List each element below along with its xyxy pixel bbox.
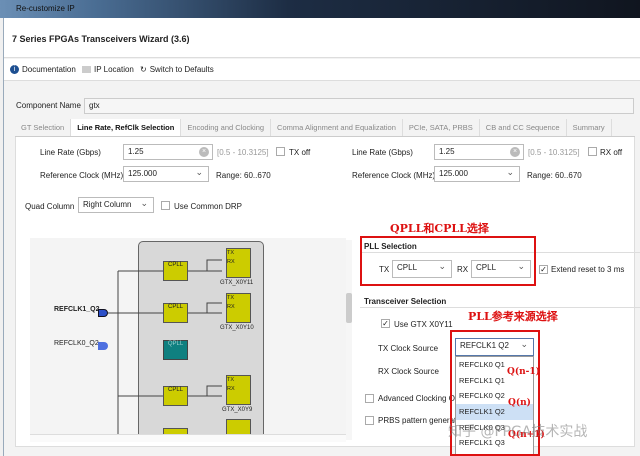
rx-port: RX xyxy=(227,259,235,265)
title-bar: Re-customize IP xyxy=(0,0,640,18)
tab-gt-selection[interactable]: GT Selection xyxy=(15,119,72,136)
tx-clock-source-label: TX Clock Source xyxy=(378,344,439,353)
tab-summary[interactable]: Summary xyxy=(567,119,612,136)
gtx-label: GTX_X0Y10 xyxy=(220,325,254,331)
gtx-block[interactable]: TX RX xyxy=(226,375,251,405)
clear-icon[interactable]: × xyxy=(199,147,209,157)
q-n-annotation: Q(n) xyxy=(508,398,531,408)
rx-clock-source-label: RX Clock Source xyxy=(378,367,439,376)
rx-line-rate-range: [0.5 - 10.3125] xyxy=(528,148,580,157)
toolbar: i Documentation IP Location ↻ Switch to De… xyxy=(4,59,640,81)
gtx-block[interactable]: TX RX xyxy=(226,248,251,278)
tab-line-rate[interactable]: Line Rate, RefClk Selection xyxy=(71,119,182,136)
watermark: 知乎 @FPGA技术实战 xyxy=(448,424,588,440)
refclk0-label: REFCLK0_Q2 xyxy=(54,340,99,347)
documentation-button[interactable]: i Documentation xyxy=(10,65,76,74)
documentation-label: Documentation xyxy=(22,65,76,74)
gtx-block[interactable] xyxy=(226,419,251,434)
tx-port: TX xyxy=(227,250,235,256)
diagram-wires xyxy=(100,259,222,434)
q-minus-annotation: Q(n-1) xyxy=(507,367,540,377)
pll-highlight-box xyxy=(360,236,536,286)
common-drp-label: Use Common DRP xyxy=(174,202,243,211)
rx-refclk-label: Reference Clock (MHz) xyxy=(352,171,436,180)
cpll-block[interactable]: CPLL xyxy=(163,303,188,323)
advanced-clocking-checkbox[interactable] xyxy=(365,394,374,403)
switch-defaults-button[interactable]: ↻ Switch to Defaults xyxy=(140,65,214,74)
diagram-horizontal-scrollbar[interactable] xyxy=(30,434,346,442)
prbs-checkbox[interactable] xyxy=(365,416,374,425)
folder-icon xyxy=(82,66,91,73)
gtx-label: GTX_X0Y9 xyxy=(222,407,253,413)
tab-comma[interactable]: Comma Alignment and Equalization xyxy=(271,119,403,136)
extend-reset-label: Extend reset to 3 ms xyxy=(551,265,625,274)
tab-bar: GT Selection Line Rate, RefClk Selection… xyxy=(15,119,635,137)
rx-off-label: RX off xyxy=(600,148,623,157)
tx-port: TX xyxy=(227,295,235,301)
component-name-label: Component Name xyxy=(16,101,81,110)
rx-off-checkbox[interactable] xyxy=(588,147,597,156)
tab-cb-cc[interactable]: CB and CC Sequence xyxy=(480,119,567,136)
use-gtx-checkbox[interactable]: ✓ xyxy=(381,319,390,328)
tx-off-label: TX off xyxy=(289,148,311,157)
tab-encoding[interactable]: Encoding and Clocking xyxy=(181,119,272,136)
cpll-block[interactable]: CPLL xyxy=(163,386,188,406)
tx-line-rate-range: [0.5 - 10.3125] xyxy=(217,148,269,157)
use-gtx-label: Use GTX X0Y11 xyxy=(394,320,453,329)
clear-icon[interactable]: × xyxy=(510,147,520,157)
pll-annotation: QPLL和CPLL选择 xyxy=(390,222,489,235)
quad-column-label: Quad Column xyxy=(25,202,75,211)
rx-port: RX xyxy=(227,386,235,392)
gtx-label: GTX_X0Y11 xyxy=(220,280,254,286)
tab-pcie[interactable]: PCIe, SATA, PRBS xyxy=(403,119,480,136)
header: 7 Series FPGAs Transceivers Wizard (3.6) xyxy=(4,18,640,58)
quad-column-select[interactable]: Right Column xyxy=(78,197,154,213)
refclk-annotation: PLL参考来源选择 xyxy=(468,310,558,323)
scrollbar-thumb[interactable] xyxy=(346,293,352,323)
common-drp-checkbox[interactable] xyxy=(161,201,170,210)
refclk1-label: REFCLK1_Q2 xyxy=(54,306,100,313)
info-icon: i xyxy=(10,65,19,74)
refresh-icon: ↻ xyxy=(140,65,147,74)
gtx-block[interactable]: TX RX xyxy=(226,293,251,323)
tx-refclk-range: Range: 60..670 xyxy=(216,171,271,180)
tx-off-checkbox[interactable] xyxy=(276,147,285,156)
vertical-scrollbar[interactable] xyxy=(346,240,352,440)
rx-port: RX xyxy=(227,304,235,310)
transceiver-selection-title: Transceiver Selection xyxy=(364,297,447,306)
tx-port: TX xyxy=(227,377,235,383)
tx-line-rate-label: Line Rate (Gbps) xyxy=(40,148,101,157)
window-title: Re-customize IP xyxy=(16,4,75,13)
switch-defaults-label: Switch to Defaults xyxy=(149,65,214,74)
rx-refclk-range: Range: 60..670 xyxy=(527,171,582,180)
cpll-block[interactable]: CPLL xyxy=(163,261,188,281)
qpll-block[interactable]: QPLL xyxy=(163,340,188,360)
tx-refclk-select[interactable]: 125.000 xyxy=(123,166,209,182)
component-name-input[interactable]: gtx xyxy=(84,98,634,114)
rx-line-rate-label: Line Rate (Gbps) xyxy=(352,148,413,157)
tx-refclk-label: Reference Clock (MHz) xyxy=(40,171,124,180)
page-title: 7 Series FPGAs Transceivers Wizard (3.6) xyxy=(12,34,190,44)
clock-diagram: REFCLK1_Q2 REFCLK0_Q2 CPLL CPLL QPLL CPL… xyxy=(30,238,346,434)
extend-reset-checkbox[interactable]: ✓ xyxy=(539,265,548,274)
ip-location-label: IP Location xyxy=(94,65,134,74)
prbs-label: PRBS pattern generat xyxy=(378,416,457,425)
rx-refclk-select[interactable]: 125.000 xyxy=(434,166,520,182)
refclk0-port-icon[interactable] xyxy=(98,342,108,350)
refclk1-port-icon[interactable] xyxy=(98,309,108,317)
ip-location-button[interactable]: IP Location xyxy=(82,65,134,74)
advanced-clocking-label: Advanced Clocking Op xyxy=(378,394,460,403)
